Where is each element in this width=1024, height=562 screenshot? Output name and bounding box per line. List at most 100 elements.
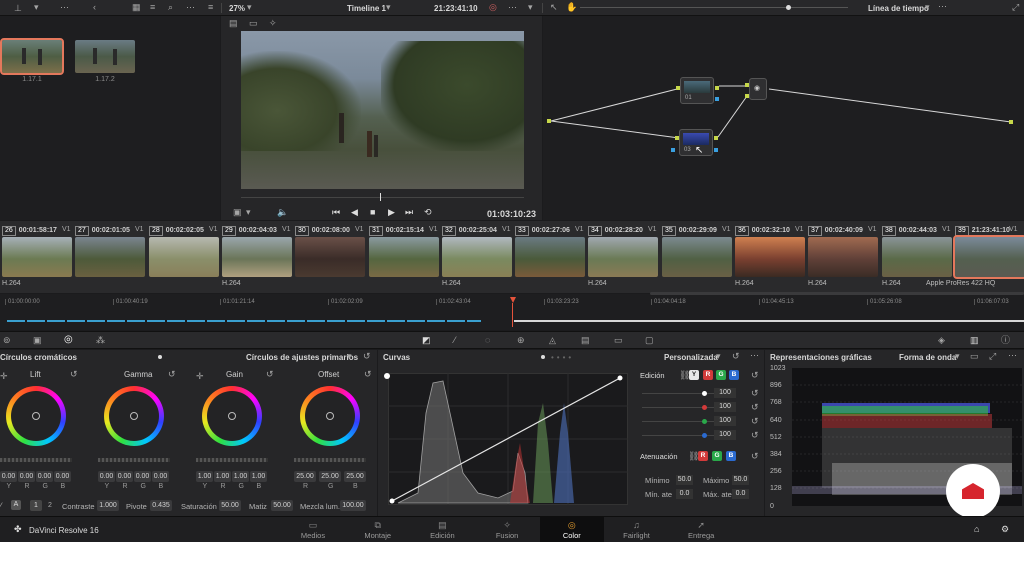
viewer-size-icon[interactable]: ▭ bbox=[249, 19, 258, 28]
collapse-icon[interactable]: ‹ bbox=[93, 3, 96, 12]
soft-r-chip[interactable]: R bbox=[698, 451, 708, 461]
magic-mask-icon[interactable]: ◬ bbox=[549, 336, 556, 345]
wheel-value[interactable]: 1.00 bbox=[232, 471, 249, 482]
timeline-clip-thumbnail[interactable] bbox=[735, 237, 805, 277]
node-port[interactable] bbox=[714, 136, 718, 140]
timeline-scrollbar[interactable] bbox=[650, 292, 1024, 295]
page-tab-entrega[interactable]: ➚ Entrega bbox=[669, 517, 733, 542]
high-soft-value[interactable]: 0.0 bbox=[732, 489, 749, 499]
wheel-value[interactable]: 0.00 bbox=[98, 471, 115, 482]
wheel-center-handle[interactable] bbox=[32, 412, 40, 420]
settings-gear-icon[interactable]: ⚙ bbox=[1001, 525, 1009, 534]
picker-icon[interactable]: ✛ bbox=[196, 372, 204, 381]
channel-y-chip[interactable]: Y bbox=[689, 370, 699, 380]
jump-end-icon[interactable]: ⏭ bbox=[405, 208, 413, 217]
timeline-track-left[interactable] bbox=[7, 320, 481, 322]
clip-header[interactable]: 27 00:02:01:05 V1 bbox=[75, 226, 144, 236]
soft-g-chip[interactable]: G bbox=[712, 451, 722, 461]
magic-wand-icon[interactable]: ✧ bbox=[269, 19, 277, 28]
color-wheels-icon[interactable]: ◎ bbox=[64, 335, 73, 345]
clip-thumbnail[interactable] bbox=[75, 40, 135, 73]
mixer-node[interactable]: ◉ bbox=[749, 78, 767, 100]
master-wheel-slider[interactable] bbox=[294, 458, 366, 462]
qualifier-icon[interactable]: ⁄ bbox=[454, 336, 456, 345]
color-match-icon[interactable]: ▣ bbox=[33, 336, 42, 345]
edit-value-g[interactable]: 100 bbox=[714, 416, 736, 426]
color-sync-icon[interactable]: ◎ bbox=[489, 3, 497, 12]
lum-mix-value[interactable]: 100.00 bbox=[340, 500, 366, 511]
curve-start-handle[interactable] bbox=[384, 373, 390, 379]
clip-header[interactable]: 34 00:02:28:20 V1 bbox=[588, 226, 657, 236]
sort-icon[interactable]: ⊥ bbox=[14, 4, 22, 13]
wheel-value[interactable]: 0.00 bbox=[134, 471, 151, 482]
soft-b-chip[interactable]: B bbox=[726, 451, 736, 461]
timeline-clip-thumbnail[interactable] bbox=[808, 237, 878, 277]
clip-header[interactable]: 33 00:02:27:06 V1 bbox=[515, 226, 584, 236]
channel-b-chip[interactable]: B bbox=[729, 370, 739, 380]
camera-raw-icon[interactable]: ⊚ bbox=[3, 336, 11, 345]
play-reverse-icon[interactable]: ◀ bbox=[351, 208, 358, 217]
options-icon[interactable]: ⋯ bbox=[1008, 351, 1017, 360]
timeline-clip-thumbnail[interactable] bbox=[442, 237, 512, 277]
channel-g-chip[interactable]: G bbox=[716, 370, 726, 380]
expand-icon[interactable]: ⤢ bbox=[989, 352, 996, 361]
clip-header[interactable]: 31 00:02:15:14 V1 bbox=[369, 226, 438, 236]
reset-icon[interactable]: ↺ bbox=[363, 352, 371, 361]
clip-header[interactable]: 37 00:02:40:09 V1 bbox=[808, 226, 877, 236]
dropdown-icon[interactable]: ▾ bbox=[955, 352, 960, 361]
timeline-clip-thumbnail[interactable] bbox=[222, 237, 292, 277]
channel-r-chip[interactable]: R bbox=[703, 370, 713, 380]
node-port[interactable] bbox=[676, 86, 680, 90]
page-tab-edición[interactable]: ▤ Edición bbox=[410, 517, 474, 542]
zoom-level[interactable]: 27% bbox=[229, 4, 245, 13]
wheel-value[interactable]: 1.00 bbox=[214, 471, 231, 482]
page-1-button[interactable]: 1 bbox=[30, 500, 42, 511]
scopes-icon[interactable]: ▥ bbox=[970, 336, 979, 345]
wheel-value[interactable]: 0.00 bbox=[116, 471, 133, 482]
node-port[interactable] bbox=[715, 86, 719, 90]
hand-tool-icon[interactable]: ✋ bbox=[566, 3, 577, 12]
auto-balance-button[interactable]: A bbox=[11, 500, 21, 510]
node-port[interactable] bbox=[675, 136, 679, 140]
wheel-value[interactable]: 0.00 bbox=[36, 471, 53, 482]
options-icon[interactable]: ⋯ bbox=[938, 2, 947, 11]
dropdown-icon[interactable]: ▾ bbox=[528, 3, 533, 12]
master-wheel-slider[interactable] bbox=[0, 458, 72, 462]
wheel-value[interactable]: 0.00 bbox=[0, 471, 17, 482]
pointer-tool-icon[interactable]: ↖ bbox=[550, 3, 558, 12]
page-tab-medios[interactable]: ▭ Medios bbox=[281, 517, 345, 542]
node-output-port[interactable] bbox=[1009, 120, 1013, 124]
page-tab-color[interactable]: ◎ Color bbox=[539, 517, 604, 542]
wheel-value[interactable]: 0.00 bbox=[18, 471, 35, 482]
clip-header[interactable]: 36 00:02:32:10 V1 bbox=[735, 226, 804, 236]
node-mode-select[interactable]: Línea de tiempo bbox=[868, 4, 929, 13]
dropdown-icon[interactable]: ▾ bbox=[925, 3, 930, 12]
picker-icon[interactable]: ✛ bbox=[0, 372, 8, 381]
wheel-center-handle[interactable] bbox=[326, 412, 334, 420]
stop-icon[interactable]: ■ bbox=[370, 208, 375, 217]
timeline-clip-thumbnail[interactable] bbox=[882, 237, 952, 277]
timeline-clip-thumbnail[interactable] bbox=[2, 237, 72, 277]
page-tab-fairlight[interactable]: ♫ Fairlight bbox=[605, 517, 669, 542]
node-port[interactable] bbox=[714, 148, 718, 152]
reset-icon[interactable]: ↺ bbox=[751, 389, 759, 398]
node-zoom-handle[interactable] bbox=[786, 5, 791, 10]
rgb-mixer-icon[interactable]: ⁂ bbox=[96, 336, 105, 345]
wheel-center-handle[interactable] bbox=[130, 412, 138, 420]
timeline-clip-thumbnail[interactable] bbox=[662, 237, 732, 277]
clip-header[interactable]: 29 00:02:04:03 V1 bbox=[222, 226, 291, 236]
clip-header[interactable]: 28 00:02:02:05 V1 bbox=[149, 226, 218, 236]
clip-header[interactable]: 30 00:02:08:00 V1 bbox=[295, 226, 364, 236]
node-port[interactable] bbox=[715, 97, 719, 101]
reset-icon[interactable]: ↺ bbox=[751, 371, 759, 380]
low-soft-value[interactable]: 0.0 bbox=[676, 489, 693, 499]
fullscreen-icon[interactable]: ⤢ bbox=[1012, 3, 1019, 12]
picker-icon[interactable]: ⁄ bbox=[0, 502, 2, 511]
timeline-clip-thumbnail[interactable] bbox=[588, 237, 658, 277]
timeline-clip-thumbnail[interactable] bbox=[953, 235, 1024, 279]
window-icon[interactable]: ◌ bbox=[485, 336, 490, 345]
play-icon[interactable]: ▶ bbox=[388, 208, 395, 217]
edit-value-y[interactable]: 100 bbox=[714, 388, 736, 398]
expand-icon[interactable]: ⋯ bbox=[60, 3, 69, 12]
timeline-track-right[interactable] bbox=[514, 320, 1024, 322]
